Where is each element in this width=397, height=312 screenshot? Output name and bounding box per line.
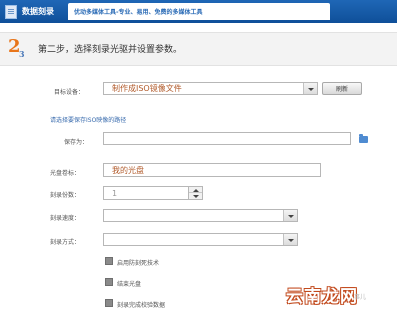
watermark-logo: 云南龙网 [286,287,358,307]
watermark-small-text: 事儿 [354,294,367,301]
copies-stepper[interactable] [189,186,203,200]
save-as-label: 保存为： [64,139,89,146]
method-select[interactable] [103,233,298,246]
disc-label-input[interactable]: 我的光盘 [103,163,321,177]
target-device-value: 制作成ISO镜像文件 [112,84,182,93]
step-instruction: 第二步，选择刻录光驱并设置参数。 [38,45,183,55]
copies-input[interactable]: 1 [103,186,189,200]
document-icon [5,4,17,19]
method-label: 刻录方式： [50,239,81,246]
target-device-select[interactable]: 制作成ISO镜像文件 [103,82,318,95]
verify-data-label: 刻录完成校验数据 [117,302,166,309]
header-title: 数据刻录 [22,7,54,16]
finalize-disc-label: 结束光盘 [117,281,142,288]
disc-label-label: 光盘卷标： [50,170,81,177]
iso-path-hint: 请选择要保存ISO映像的路径 [50,117,127,124]
chevron-down-icon[interactable] [283,234,297,245]
speed-select[interactable] [103,209,298,222]
stepper-down-icon[interactable] [189,193,202,199]
step-total-number: 3 [19,49,25,59]
app-header: 数据刻录 优动多媒体工具-专业、易用、免费的多媒体工具 [0,0,397,23]
verify-data-checkbox[interactable] [105,299,113,307]
chevron-down-icon[interactable] [283,210,297,221]
finalize-disc-checkbox[interactable] [105,278,113,286]
header-title-area: 数据刻录 [3,0,54,23]
header-slogan: 优动多媒体工具-专业、易用、免费的多媒体工具 [68,3,330,20]
speed-label: 刻录速度： [50,215,81,222]
refresh-button[interactable]: 刷新 [322,82,362,95]
anti-burn-death-checkbox[interactable] [105,257,113,265]
target-device-label: 目标设备： [54,89,85,96]
anti-burn-death-label: 启用防刻死技术 [117,260,160,267]
folder-browse-icon[interactable] [359,134,368,143]
chevron-down-icon[interactable] [303,83,317,94]
copies-label: 刻录份数： [50,192,81,199]
save-as-input[interactable] [103,132,351,145]
